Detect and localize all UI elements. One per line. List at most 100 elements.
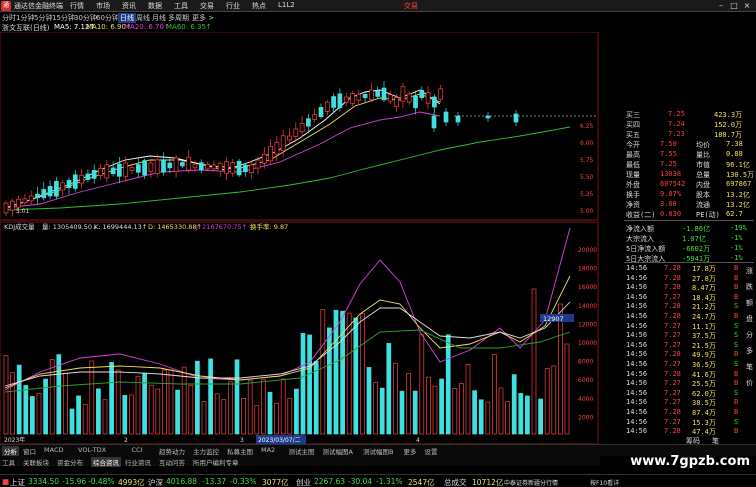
- candle-body: [394, 97, 399, 107]
- candle-body: [91, 170, 97, 179]
- indicator-tab[interactable]: 窗口: [23, 446, 36, 456]
- menu-hot[interactable]: 热点: [252, 1, 266, 11]
- side-tab[interactable]: 跌: [746, 282, 753, 292]
- tick-time: 14:56: [626, 292, 648, 301]
- info-tab[interactable]: 互动问答: [159, 457, 185, 467]
- close-icon[interactable]: ×: [742, 0, 752, 11]
- indicator-tab[interactable]: MA2: [261, 446, 275, 454]
- indicator-tab[interactable]: 分析: [2, 446, 19, 456]
- volume-bar: [3, 355, 9, 435]
- side-tab[interactable]: 盘: [746, 314, 753, 324]
- maximize-icon[interactable]: □: [729, 0, 739, 11]
- indicator-tab[interactable]: VOL-TDX: [78, 446, 106, 454]
- volume-bar: [478, 399, 484, 435]
- info-tab[interactable]: 行业资讯: [125, 457, 151, 467]
- price-axis: 6.25 6.00 5.75 5.50 5.25 5.00: [580, 123, 594, 215]
- volume-bar: [485, 401, 491, 435]
- side-tab[interactable]: 笔: [746, 362, 753, 372]
- indicator-tab[interactable]: 测试主图: [289, 446, 315, 456]
- indicator-tab[interactable]: 私募主图: [227, 446, 253, 456]
- side-tab[interactable]: 额: [746, 298, 753, 308]
- menu-tools[interactable]: 工具: [174, 1, 188, 11]
- period-15min[interactable]: 15分钟: [52, 13, 75, 23]
- period-30min[interactable]: 30分钟: [74, 13, 97, 23]
- indicator-tab[interactable]: 测试幅图B: [363, 446, 393, 456]
- ask-price: 7.25: [668, 110, 685, 118]
- period-1min[interactable]: 1分钟: [16, 13, 34, 23]
- minimize-icon[interactable]: –: [716, 0, 726, 11]
- info-tab[interactable]: 关联板块: [23, 457, 49, 467]
- candle-body: [60, 182, 66, 191]
- period-intraday[interactable]: 分时: [2, 13, 16, 23]
- volume-bars: [3, 288, 570, 435]
- menu-data[interactable]: 数据: [148, 1, 162, 11]
- flow-pct: -1%: [730, 244, 743, 252]
- title-bar: 通 通达信金融终端 行情 市场 资讯 数据 工具 交易 行业 热点 L1L2 交…: [0, 0, 756, 12]
- volume-bar: [426, 376, 431, 435]
- side-tab[interactable]: 价: [746, 378, 753, 388]
- candle-body: [117, 163, 122, 177]
- indicator-tab[interactable]: 设置: [425, 446, 438, 456]
- tick-vol: 18.4万: [692, 293, 716, 302]
- indicator-tab[interactable]: 主力监控: [193, 446, 219, 456]
- candle-body: [224, 161, 229, 174]
- volume-bar: [518, 392, 524, 435]
- menu-news[interactable]: 资讯: [122, 1, 136, 11]
- volume-bar: [531, 288, 537, 435]
- period-60min[interactable]: 60分钟: [96, 13, 119, 23]
- volume-bar: [419, 334, 425, 435]
- indicator-tab[interactable]: MACD: [44, 446, 63, 454]
- volume-bar: [280, 378, 286, 435]
- period-multi[interactable]: 多周期: [168, 13, 189, 23]
- period-5min[interactable]: 5分钟: [34, 13, 52, 23]
- menu-market[interactable]: 市场: [96, 1, 110, 11]
- info-tab[interactable]: 所用户编利专章: [193, 457, 239, 467]
- volume-bar: [195, 360, 200, 435]
- menu-industry[interactable]: 行业: [226, 1, 240, 11]
- volume-bar: [307, 334, 312, 435]
- volume-bar: [188, 385, 194, 435]
- side-tab[interactable]: 多: [746, 346, 753, 356]
- menu-quotes[interactable]: 行情: [70, 1, 84, 11]
- side-tab[interactable]: 涨: [746, 266, 753, 276]
- period-more[interactable]: 更多 >: [192, 13, 214, 23]
- tick-side: B: [734, 408, 739, 416]
- app-logo-icon: 通: [1, 1, 11, 11]
- stock-chart[interactable]: 6.25 6.00 5.75 5.50 5.25 5.00 5.01 KDJ成交量 量: …: [0, 32, 600, 444]
- ma20-label: MA20: 6.70↑: [124, 23, 170, 31]
- status-bar: ■ 上证 3334.50 -15.96 -0.48% 4993亿 沪深 4016…: [0, 474, 756, 487]
- period-weekly[interactable]: 周线: [136, 13, 150, 23]
- side-tab[interactable]: 分: [746, 330, 753, 340]
- indicator-tab[interactable]: 测试幅图A: [323, 446, 353, 456]
- volume-bar: [148, 384, 154, 435]
- tick-price: 7.27: [664, 388, 681, 397]
- tick-time: 14:56: [626, 273, 648, 282]
- ask-label: 买三: [626, 111, 640, 119]
- trade-button[interactable]: 交易: [404, 1, 418, 11]
- indicator-tab[interactable]: CCI: [132, 446, 143, 454]
- indicator-title: KDJ成交量: [4, 222, 35, 231]
- volume-bar: [221, 399, 227, 435]
- indicator-tab[interactable]: 趋势动力: [159, 446, 185, 456]
- sh-label[interactable]: 上证: [10, 477, 25, 487]
- hs-label[interactable]: 沪深: [148, 477, 163, 487]
- volume-bar: [234, 359, 240, 435]
- volume-tick-label: 8000: [578, 359, 593, 366]
- period-daily[interactable]: 日线: [118, 13, 136, 23]
- ask-label: 买五: [626, 131, 640, 139]
- cy-label[interactable]: 创业: [296, 477, 311, 487]
- ask-price: 7.24: [668, 120, 685, 128]
- volume-bar: [115, 369, 121, 435]
- volume-bar: [300, 333, 306, 435]
- menu-trade[interactable]: 交易: [200, 1, 214, 11]
- period-monthly[interactable]: 月线: [152, 13, 166, 23]
- tick-price: 7.27: [664, 292, 681, 301]
- menu-l1l2[interactable]: L1L2: [278, 1, 295, 9]
- info-tab[interactable]: 工具: [2, 457, 15, 467]
- volume-bar: [386, 343, 392, 435]
- stat-label: 现量: [626, 171, 640, 179]
- volume-bar: [214, 393, 220, 435]
- info-tab[interactable]: 综合资讯: [91, 457, 121, 467]
- indicator-tab[interactable]: 更多: [404, 446, 417, 456]
- info-tab[interactable]: 资金分布: [57, 457, 83, 467]
